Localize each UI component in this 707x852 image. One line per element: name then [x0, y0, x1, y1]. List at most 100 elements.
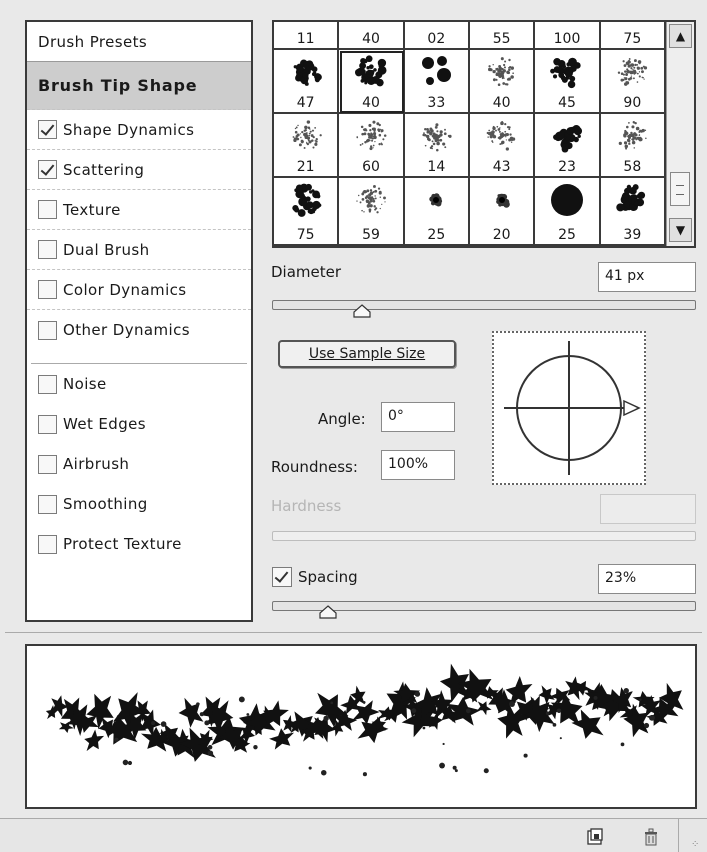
checkbox[interactable]: [38, 494, 57, 514]
spacing-slider-knob[interactable]: [319, 605, 337, 619]
roundness-field[interactable]: 100%: [381, 450, 455, 480]
checkbox[interactable]: [38, 374, 57, 394]
brush-tip-thumbnail: [354, 55, 387, 87]
brush-preset-cell[interactable]: 14: [404, 114, 470, 178]
sidebar-item-texture[interactable]: Texture: [27, 190, 251, 230]
sidebar-item-noise[interactable]: Noise: [27, 364, 251, 404]
diameter-field[interactable]: 41 px: [598, 262, 696, 292]
sidebar-item-label: Other Dynamics: [63, 321, 190, 339]
brush-grid-scrollbar[interactable]: ▲ ▼: [666, 22, 694, 246]
brush-size-label: 40: [362, 31, 380, 47]
checkbox[interactable]: [38, 200, 57, 219]
berry-mark: [253, 744, 258, 750]
brush-preset-cell[interactable]: 40: [470, 50, 536, 114]
hardness-label: Hardness: [271, 497, 342, 515]
panel-footer: ⁘: [0, 818, 707, 852]
brush-preset-cell[interactable]: 59: [339, 178, 405, 246]
brush-preset-cell[interactable]: 47: [274, 50, 340, 114]
diameter-slider-knob[interactable]: [352, 304, 371, 318]
brush-preset-cell[interactable]: 25: [404, 178, 470, 246]
resize-grip-icon[interactable]: ⁘: [691, 839, 699, 850]
berry-mark: [127, 760, 133, 766]
brush-preset-cell[interactable]: 90: [600, 50, 666, 114]
scroll-down-button[interactable]: ▼: [669, 218, 692, 242]
sidebar-item-dual-brush[interactable]: Dual Brush: [27, 230, 251, 270]
checkbox[interactable]: [38, 534, 57, 554]
checkbox[interactable]: [38, 160, 57, 179]
brush-preset-cell[interactable]: 60: [339, 114, 405, 178]
berry-mark: [321, 769, 327, 776]
sidebar-item-label: Texture: [63, 200, 121, 219]
sidebar-item-protect-texture[interactable]: Protect Texture: [27, 524, 251, 564]
trash-icon[interactable]: [641, 827, 661, 847]
brush-size-label: 55: [492, 31, 511, 47]
brush-preset-cell[interactable]: 40: [339, 22, 405, 50]
checkbox[interactable]: [38, 120, 57, 139]
brush-tip-thumbnail: [553, 125, 583, 153]
brush-size-label: 40: [362, 95, 380, 111]
brush-preset-cell[interactable]: 43: [470, 114, 536, 178]
checkbox[interactable]: [38, 454, 57, 474]
checkbox[interactable]: [38, 320, 57, 340]
brush-tip-thumbnail: [291, 183, 322, 217]
new-preset-icon[interactable]: [585, 827, 605, 847]
angle-field[interactable]: 0°: [381, 402, 455, 432]
berry-mark: [411, 708, 417, 714]
brush-size-label: 45: [558, 95, 576, 111]
brush-size-label: 60: [362, 159, 380, 175]
brush-preset-cell[interactable]: 20: [470, 178, 536, 246]
sidebar-item-scattering[interactable]: Scattering: [27, 150, 251, 190]
scroll-thumb[interactable]: [670, 172, 690, 206]
berry-mark: [246, 713, 250, 716]
brush-preset-cell[interactable]: 75: [600, 22, 666, 50]
sidebar-item-wet-edges[interactable]: Wet Edges: [27, 404, 251, 444]
checkbox[interactable]: [38, 414, 57, 434]
spacing-checkbox[interactable]: [272, 567, 292, 587]
use-sample-size-button[interactable]: Use Sample Size: [278, 340, 456, 368]
brush-size-label: 39: [623, 227, 642, 243]
brush-preset-cell[interactable]: 58: [600, 114, 666, 178]
sidebar-item-other-dynamics[interactable]: Other Dynamics: [27, 310, 251, 350]
spacing-field[interactable]: 23%: [598, 564, 696, 594]
brush-tip-thumbnail: [292, 120, 322, 149]
brush-angle-preview[interactable]: [492, 331, 646, 485]
berry-mark: [362, 772, 367, 777]
sidebar-item-label: Shape Dynamics: [63, 120, 195, 139]
berry-mark: [545, 711, 550, 716]
brush-preset-cell[interactable]: 21: [274, 114, 340, 178]
brush-preset-cell[interactable]: 45: [535, 50, 601, 114]
sidebar-item-brush-presets[interactable]: Drush Presets: [27, 22, 251, 62]
brush-preset-cell[interactable]: 25: [535, 178, 601, 246]
berry-mark: [439, 762, 445, 769]
checkbox[interactable]: [38, 280, 57, 299]
sidebar-divider: [31, 350, 247, 364]
sidebar-item-color-dynamics[interactable]: Color Dynamics: [27, 270, 251, 310]
brush-preset-cell[interactable]: 55: [470, 22, 536, 50]
spacing-label: Spacing: [298, 568, 358, 586]
brush-preset-cell[interactable]: 23: [535, 114, 601, 178]
berry-mark: [523, 753, 528, 758]
berry-mark: [559, 737, 562, 740]
brush-stroke-preview: [25, 644, 697, 809]
sidebar-item-airbrush[interactable]: Airbrush: [27, 444, 251, 484]
brush-preset-cell[interactable]: 40: [339, 50, 405, 114]
brush-preset-cell[interactable]: 02: [404, 22, 470, 50]
berry-mark: [204, 720, 210, 726]
brush-size-label: 11: [296, 31, 315, 47]
berry-mark: [323, 715, 329, 722]
brush-preset-cell[interactable]: 39: [600, 178, 666, 246]
brush-preset-cell[interactable]: 11: [274, 22, 340, 50]
sidebar-item-shape-dynamics[interactable]: Shape Dynamics: [27, 110, 251, 150]
diameter-label: Diameter: [271, 263, 342, 281]
berry-mark: [639, 698, 642, 701]
brush-preset-cell[interactable]: 33: [404, 50, 470, 114]
holly-leaf-mark: [84, 729, 105, 752]
brush-preset-cell[interactable]: 75: [274, 178, 340, 246]
scroll-up-button[interactable]: ▲: [669, 24, 692, 48]
brush-size-label: 33: [427, 95, 446, 111]
sidebar-item-smoothing[interactable]: Smoothing: [27, 484, 251, 524]
brush-preset-cell[interactable]: 100: [535, 22, 601, 50]
sidebar-item-brush-tip-shape[interactable]: Brush Tip Shape: [27, 62, 251, 110]
checkbox[interactable]: [38, 240, 57, 259]
diameter-slider[interactable]: [272, 300, 696, 310]
